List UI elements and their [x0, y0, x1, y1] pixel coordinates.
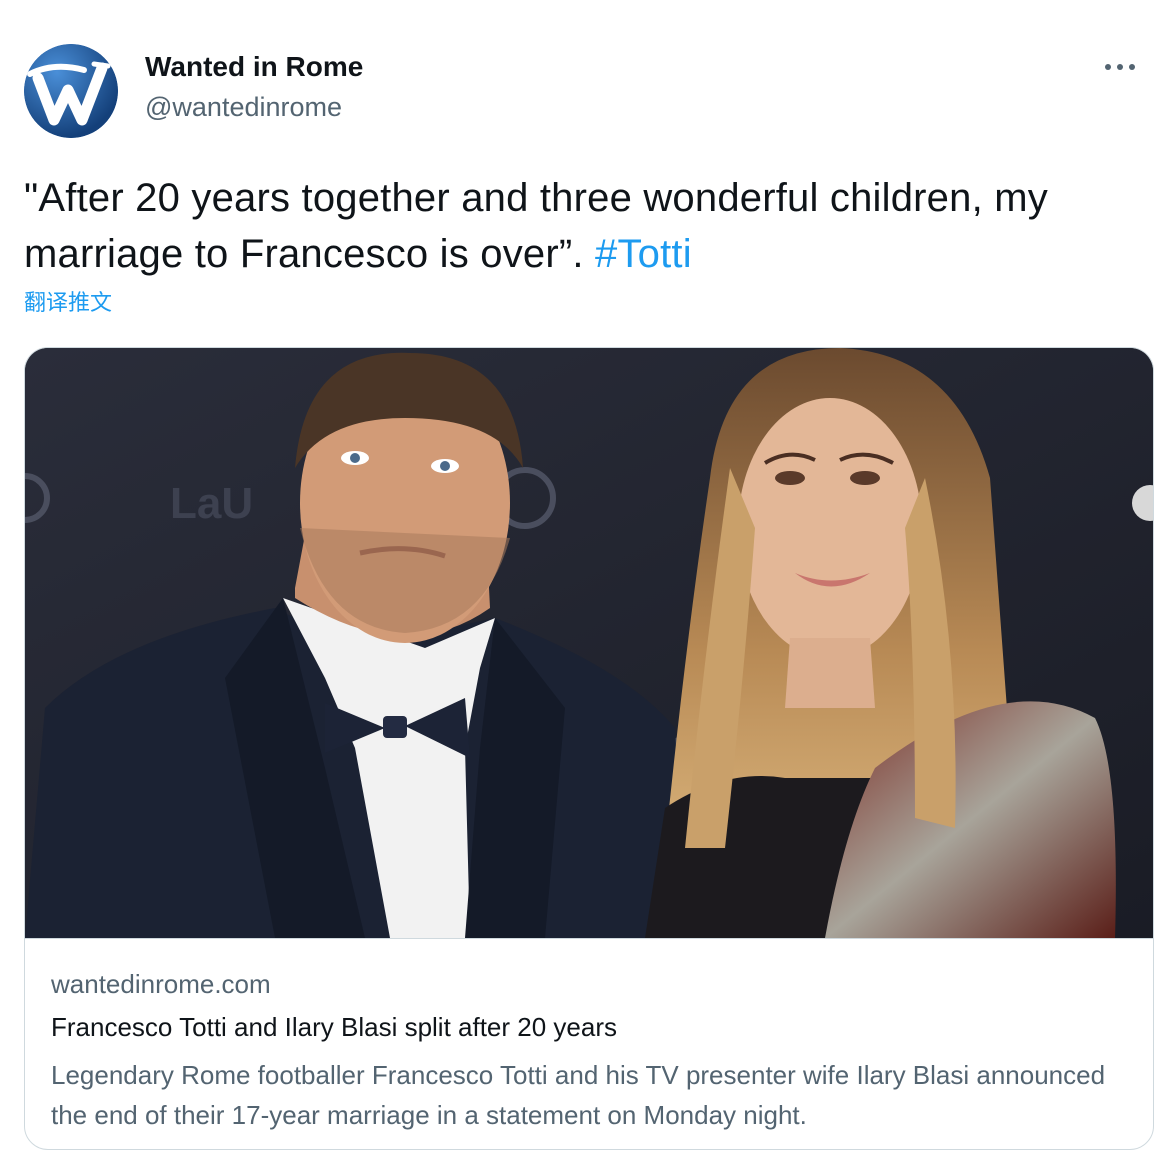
- avatar[interactable]: [24, 44, 118, 138]
- card-domain: wantedinrome.com: [51, 969, 271, 999]
- card-title: Francesco Totti and Ilary Blasi split af…: [51, 1012, 617, 1042]
- hashtag-link[interactable]: #Totti: [595, 232, 692, 276]
- tweet: Wanted in Rome @wantedinrome "After 20 y…: [0, 0, 1170, 1152]
- display-name[interactable]: Wanted in Rome: [145, 50, 363, 84]
- card-image: LaU: [25, 348, 1153, 938]
- more-icon[interactable]: [1100, 52, 1140, 82]
- card-body: wantedinrome.com Francesco Totti and Ila…: [25, 938, 1153, 1149]
- couple-photo: LaU: [25, 348, 1153, 938]
- tweet-text: "After 20 years together and three wonde…: [24, 170, 1149, 282]
- translate-tweet-link[interactable]: 翻译推文: [24, 285, 112, 317]
- wanted-in-rome-logo-icon: [24, 44, 118, 138]
- svg-text:LaU: LaU: [170, 479, 253, 528]
- card-description: Legendary Rome footballer Francesco Tott…: [51, 1060, 1106, 1130]
- link-card[interactable]: LaU wantedinrome.com Francesco Totti and…: [24, 347, 1154, 1150]
- tweet-body: "After 20 years together and three wonde…: [24, 176, 1048, 276]
- author-info: Wanted in Rome @wantedinrome: [145, 50, 363, 124]
- handle[interactable]: @wantedinrome: [145, 90, 363, 124]
